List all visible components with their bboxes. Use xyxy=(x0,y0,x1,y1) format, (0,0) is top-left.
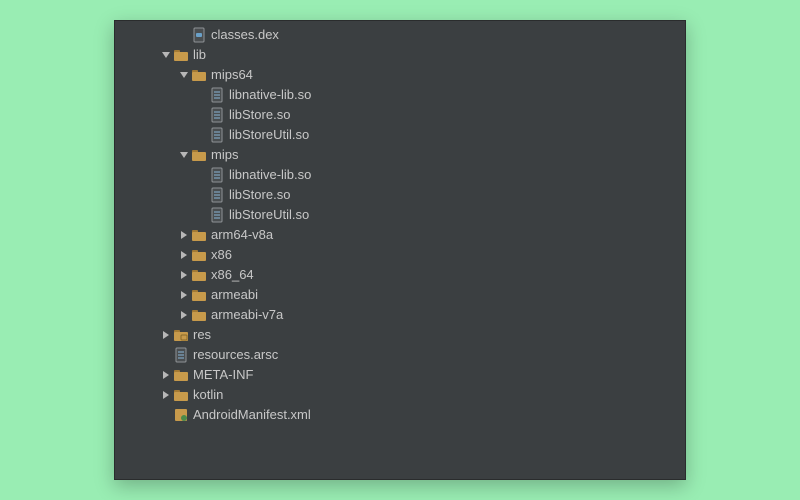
tree-row[interactable]: libStore.so xyxy=(115,105,685,125)
tree-item-label: lib xyxy=(193,45,206,65)
folder-icon xyxy=(173,387,189,403)
tree-item-label: armeabi-v7a xyxy=(211,305,283,325)
disclosure-right-icon[interactable] xyxy=(177,250,191,260)
file-icon xyxy=(209,127,225,143)
tree-item-label: resources.arsc xyxy=(193,345,278,365)
tree-row[interactable]: libStoreUtil.so xyxy=(115,125,685,145)
disclosure-right-icon[interactable] xyxy=(177,270,191,280)
tree-item-label: x86 xyxy=(211,245,232,265)
folder-icon xyxy=(173,367,189,383)
tree-item-label: libStoreUtil.so xyxy=(229,205,309,225)
disclosure-down-icon[interactable] xyxy=(177,150,191,160)
tree-item-label: armeabi xyxy=(211,285,258,305)
tree-row[interactable]: res xyxy=(115,325,685,345)
tree-item-label: libnative-lib.so xyxy=(229,85,311,105)
disclosure-down-icon[interactable] xyxy=(159,50,173,60)
folder-icon xyxy=(191,147,207,163)
tree-row[interactable]: kotlin xyxy=(115,385,685,405)
file-icon xyxy=(209,107,225,123)
tree-item-label: AndroidManifest.xml xyxy=(193,405,311,425)
tree-item-label: kotlin xyxy=(193,385,223,405)
folder-icon xyxy=(191,227,207,243)
tree-row[interactable]: libStoreUtil.so xyxy=(115,205,685,225)
tree-item-label: libStore.so xyxy=(229,105,290,125)
tree-row[interactable]: mips xyxy=(115,145,685,165)
tree-item-label: mips64 xyxy=(211,65,253,85)
folder-icon xyxy=(191,307,207,323)
tree-row[interactable]: classes.dex xyxy=(115,25,685,45)
res-folder-icon xyxy=(173,327,189,343)
disclosure-right-icon[interactable] xyxy=(177,290,191,300)
tree-row[interactable]: META-INF xyxy=(115,365,685,385)
tree-row[interactable]: lib xyxy=(115,45,685,65)
xml-file-icon xyxy=(173,407,189,423)
tree-row[interactable]: armeabi xyxy=(115,285,685,305)
tree-row[interactable]: libStore.so xyxy=(115,185,685,205)
folder-icon xyxy=(191,267,207,283)
tree-item-label: classes.dex xyxy=(211,25,279,45)
tree-row[interactable]: AndroidManifest.xml xyxy=(115,405,685,425)
file-icon xyxy=(209,87,225,103)
dex-file-icon xyxy=(191,27,207,43)
disclosure-right-icon[interactable] xyxy=(159,390,173,400)
tree-row[interactable]: arm64-v8a xyxy=(115,225,685,245)
file-icon xyxy=(173,347,189,363)
tree-item-label: res xyxy=(193,325,211,345)
folder-icon xyxy=(173,47,189,63)
disclosure-right-icon[interactable] xyxy=(159,330,173,340)
disclosure-down-icon[interactable] xyxy=(177,70,191,80)
disclosure-right-icon[interactable] xyxy=(159,370,173,380)
tree-row[interactable]: mips64 xyxy=(115,65,685,85)
file-icon xyxy=(209,167,225,183)
folder-icon xyxy=(191,67,207,83)
tree-row[interactable]: x86 xyxy=(115,245,685,265)
file-icon xyxy=(209,187,225,203)
tree-row[interactable]: resources.arsc xyxy=(115,345,685,365)
tree-row[interactable]: x86_64 xyxy=(115,265,685,285)
tree-item-label: x86_64 xyxy=(211,265,254,285)
folder-icon xyxy=(191,287,207,303)
tree-item-label: libnative-lib.so xyxy=(229,165,311,185)
tree-item-label: arm64-v8a xyxy=(211,225,273,245)
tree-row[interactable]: libnative-lib.so xyxy=(115,85,685,105)
disclosure-right-icon[interactable] xyxy=(177,230,191,240)
tree-item-label: mips xyxy=(211,145,238,165)
disclosure-right-icon[interactable] xyxy=(177,310,191,320)
tree-item-label: libStoreUtil.so xyxy=(229,125,309,145)
tree-item-label: META-INF xyxy=(193,365,253,385)
folder-icon xyxy=(191,247,207,263)
file-tree-panel: classes.dexlibmips64libnative-lib.solibS… xyxy=(114,20,686,480)
file-icon xyxy=(209,207,225,223)
tree-item-label: libStore.so xyxy=(229,185,290,205)
tree-row[interactable]: libnative-lib.so xyxy=(115,165,685,185)
tree-row[interactable]: armeabi-v7a xyxy=(115,305,685,325)
